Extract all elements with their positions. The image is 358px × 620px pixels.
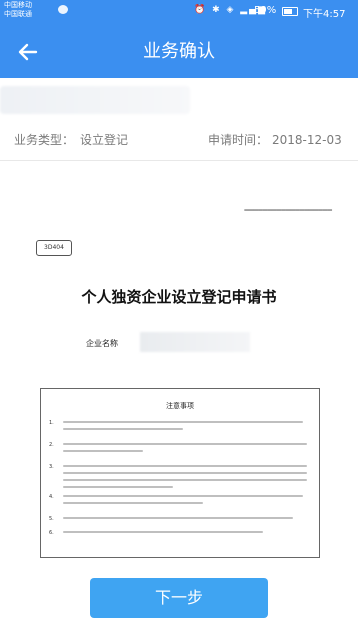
page-title: 业务确认 — [143, 41, 215, 62]
carrier-2: 中国联通 — [4, 10, 32, 18]
document-title: 个人独资企业设立登记申请书 — [81, 288, 277, 306]
notice-item: 5. — [49, 515, 311, 529]
notice-item: 3. — [49, 463, 311, 493]
notice-item: 2. — [49, 441, 311, 463]
notice-text-line — [63, 450, 143, 452]
clock: 下午4:57 — [303, 9, 346, 20]
chat-bubble-icon — [58, 5, 68, 14]
company-name-label: 企业名称 — [86, 339, 118, 348]
notice-text-line — [63, 465, 307, 467]
notice-text-line — [63, 479, 307, 481]
notice-number: 5. — [49, 516, 54, 522]
notice-text-line — [63, 486, 173, 488]
notice-title: 注意事项 — [166, 402, 194, 410]
notice-text-line — [63, 421, 303, 423]
notice-text-line — [63, 517, 293, 519]
redacted-name — [0, 86, 190, 114]
notice-item: 6. — [49, 529, 311, 543]
status-bar: 中国移动 中国联通 ⏰ ✱ ◈ ▂▄▆ 59% 下午4:57 — [0, 0, 358, 22]
notice-item: 4. — [49, 493, 311, 515]
notice-item: 1. — [49, 419, 311, 441]
notice-text-line — [63, 502, 203, 504]
application-date-value: 2018-12-03 — [272, 133, 342, 147]
next-step-button[interactable]: 下一步 — [90, 578, 268, 618]
notice-text-line — [63, 472, 307, 474]
application-document-preview: ▁▁▁▁▁▁▁▁▁▁▁▁▁▁▁▁▁▁▁ 3D404 个人独资企业设立登记申请书 … — [20, 178, 338, 578]
notice-number: 1. — [49, 420, 54, 426]
notice-text-line — [63, 443, 307, 445]
application-date-label: 申请时间： — [208, 133, 269, 147]
notice-text-line — [63, 495, 303, 497]
notice-number: 4. — [49, 494, 54, 500]
notice-number: 2. — [49, 442, 54, 448]
business-type-label: 业务类型： — [14, 133, 75, 147]
form-stamp: 3D404 — [36, 240, 72, 256]
notice-text-line — [63, 428, 183, 430]
business-info-row: 业务类型： 设立登记 申请时间： 2018-12-03 — [0, 118, 358, 161]
notice-text-line — [63, 531, 263, 533]
redacted-company-name — [140, 332, 250, 352]
carrier-1: 中国移动 — [4, 1, 32, 9]
notice-box: 注意事项 1. 2. 3. 4. 5. 6. — [40, 388, 320, 558]
document-code: ▁▁▁▁▁▁▁▁▁▁▁▁▁▁▁▁▁▁▁ — [244, 204, 332, 211]
notice-number: 6. — [49, 530, 54, 536]
app-header: 中国移动 中国联通 ⏰ ✱ ◈ ▂▄▆ 59% 下午4:57 业务确认 — [0, 0, 358, 78]
notice-list: 1. 2. 3. 4. 5. 6. — [49, 419, 311, 543]
carrier-info: 中国移动 中国联通 — [4, 1, 32, 19]
battery-percent: 59% — [254, 5, 277, 16]
notice-number: 3. — [49, 464, 54, 470]
business-type-value: 设立登记 — [80, 133, 129, 147]
battery-icon — [282, 7, 298, 16]
